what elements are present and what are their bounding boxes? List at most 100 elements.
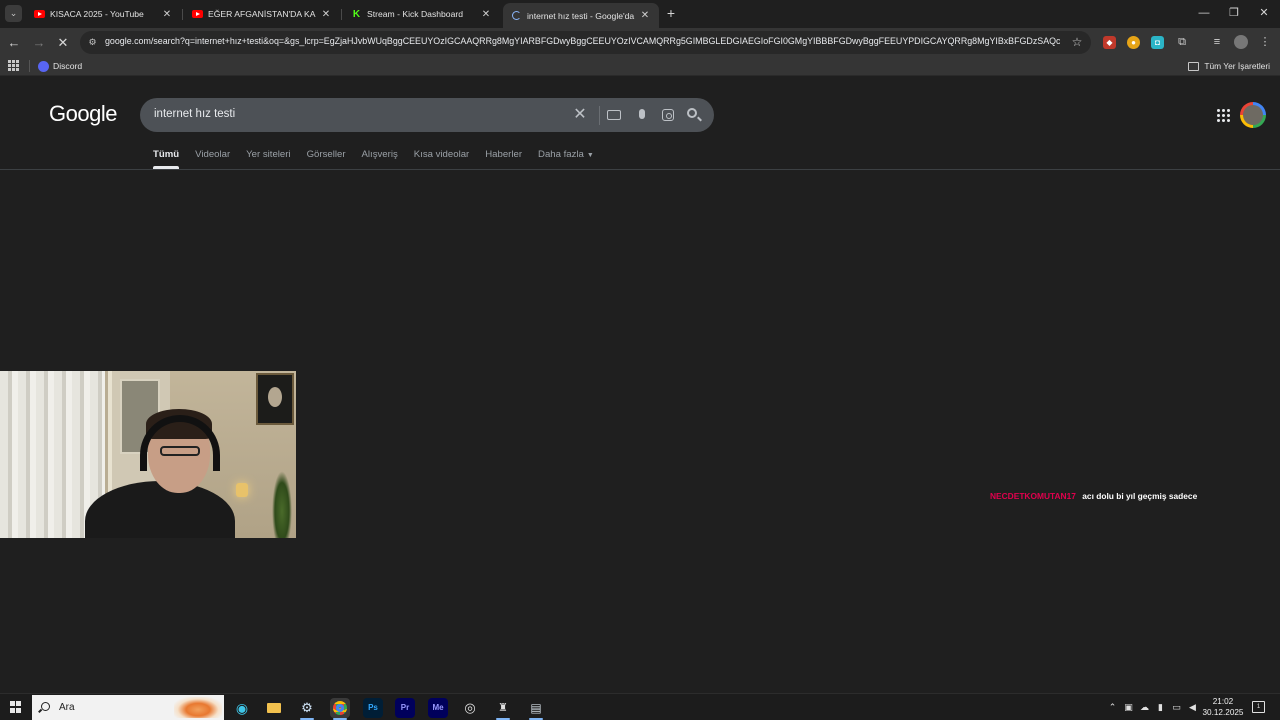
- search-highlight-art: [174, 697, 222, 718]
- restore-button[interactable]: ❐: [1219, 4, 1249, 22]
- edge-icon[interactable]: ◉: [232, 698, 252, 718]
- more-menu-icon[interactable]: ⋮: [1258, 35, 1272, 49]
- close-tab-icon[interactable]: ✕: [161, 9, 173, 20]
- tab-kick-dashboard[interactable]: K Stream - Kick Dashboard ✕: [343, 3, 500, 25]
- file-explorer-icon[interactable]: [264, 698, 284, 718]
- tab-google-search[interactable]: internet hız testi - Google'da Ar ✕: [503, 3, 659, 28]
- clear-search-icon[interactable]: ✕: [572, 107, 588, 123]
- window-app-icon[interactable]: ▤: [526, 698, 546, 718]
- kick-icon: K: [352, 8, 361, 20]
- tab-more-label: Daha fazla: [538, 149, 584, 160]
- search-box[interactable]: internet hız testi ✕: [140, 98, 714, 132]
- steam-icon[interactable]: ⚙: [297, 698, 317, 718]
- close-tab-icon[interactable]: ✕: [639, 10, 651, 21]
- network-icon[interactable]: ▭: [1171, 702, 1182, 713]
- apps-grid-icon[interactable]: [8, 60, 19, 71]
- search-icon[interactable]: [686, 107, 702, 123]
- close-window-button[interactable]: ✕: [1249, 4, 1279, 22]
- tab-videos[interactable]: Videolar: [195, 149, 230, 169]
- media-encoder-icon[interactable]: Me: [428, 698, 448, 718]
- taskbar-search[interactable]: Ara: [32, 695, 224, 720]
- profile-avatar[interactable]: [1234, 35, 1248, 49]
- microphone-tray-icon[interactable]: ▮: [1155, 702, 1166, 713]
- google-logo[interactable]: Google: [49, 101, 117, 127]
- minimize-button[interactable]: —: [1189, 4, 1219, 22]
- all-bookmarks-label: Tüm Yer İşaretleri: [1204, 61, 1270, 71]
- tab-news[interactable]: Haberler: [485, 149, 522, 169]
- all-bookmarks-button[interactable]: Tüm Yer İşaretleri: [1188, 59, 1270, 73]
- microphone-icon[interactable]: [634, 107, 650, 123]
- tray-app-icon[interactable]: ▣: [1123, 702, 1134, 713]
- bookmark-discord[interactable]: Discord: [38, 59, 82, 73]
- tab-images[interactable]: Görseller: [307, 149, 346, 169]
- browser-toolbar: ← → ✕ ⚙ google.com/search?q=internet+hız…: [0, 28, 1280, 57]
- tray-chevron-up-icon[interactable]: ⌃: [1107, 702, 1118, 713]
- cloud-icon[interactable]: ☁: [1139, 702, 1150, 713]
- search-divider: [599, 106, 600, 125]
- tab-youtube-kisaca[interactable]: KISACA 2025 - YouTube ✕: [26, 3, 181, 25]
- chat-username: NECDETKOMUTAN17: [990, 491, 1076, 501]
- header-divider: [0, 169, 1280, 170]
- close-tab-icon[interactable]: ✕: [320, 9, 332, 20]
- site-info-icon[interactable]: ⚙: [86, 36, 99, 49]
- media-control-icon[interactable]: ≡: [1210, 35, 1224, 49]
- extension-fox-icon[interactable]: ◆: [1103, 36, 1116, 49]
- folder-icon: [1188, 61, 1200, 71]
- account-avatar[interactable]: [1240, 102, 1266, 128]
- tab-title: EĞER AFGANİSTAN'DA KADIN O: [208, 9, 316, 19]
- taskbar-search-placeholder: Ara: [59, 702, 75, 713]
- tab-separator: [341, 9, 342, 20]
- tab-more[interactable]: Daha fazla ▼: [538, 149, 594, 169]
- loading-spinner-icon: [511, 10, 522, 21]
- new-tab-button[interactable]: +: [664, 5, 678, 22]
- extension-translate-icon[interactable]: ◘: [1151, 36, 1164, 49]
- url-text[interactable]: google.com/search?q=internet+hız+testi&o…: [105, 36, 1060, 50]
- stop-loading-button[interactable]: ✕: [54, 34, 72, 52]
- windows-taskbar: Ara ◉ ⚙ Ps Pr Me ◎ ♜ ▤ ⌃ ▣ ☁ ▮ ▭ ◀ 21:02…: [0, 693, 1280, 720]
- chat-text: acı dolu bi yıl geçmiş sadece: [1082, 491, 1198, 501]
- google-lens-icon[interactable]: [660, 107, 676, 123]
- caret-down-icon: ▼: [586, 152, 594, 159]
- wall-portrait: [256, 373, 294, 425]
- webcam-overlay: [0, 371, 296, 538]
- close-tab-icon[interactable]: ✕: [480, 9, 492, 20]
- browser-tab-strip: ⌄ KISACA 2025 - YouTube ✕ EĞER AFGANİSTA…: [0, 0, 1280, 28]
- bookmark-separator: [29, 60, 30, 72]
- extensions-puzzle-icon[interactable]: ⧉: [1175, 35, 1189, 49]
- tab-shopping[interactable]: Alışveriş: [362, 149, 398, 169]
- tab-title: KISACA 2025 - YouTube: [50, 9, 144, 19]
- taskbar-clock[interactable]: 21:02 30.12.2025: [1199, 697, 1247, 718]
- lamp: [236, 483, 248, 497]
- chrome-icon[interactable]: [330, 698, 350, 718]
- keyboard-icon[interactable]: [607, 107, 623, 123]
- tab-all[interactable]: Tümü: [153, 149, 180, 169]
- tab-short-videos[interactable]: Kısa videolar: [414, 149, 469, 169]
- youtube-icon: [192, 9, 203, 20]
- obs-icon[interactable]: ◎: [460, 698, 480, 718]
- tab-title: internet hız testi - Google'da Ar: [527, 10, 635, 21]
- chat-message: NECDETKOMUTAN17 acı dolu bi yıl geçmiş s…: [990, 491, 1197, 503]
- clock-date: 30.12.2025: [1202, 707, 1244, 717]
- tab-search-chevron-icon[interactable]: ⌄: [5, 5, 22, 22]
- bookmarks-bar: Discord Tüm Yer İşaretleri: [0, 57, 1280, 76]
- app-icon[interactable]: ♜: [493, 698, 513, 718]
- premiere-icon[interactable]: Pr: [395, 698, 415, 718]
- search-input[interactable]: internet hız testi: [154, 108, 574, 120]
- tab-youtube-afganistan[interactable]: EĞER AFGANİSTAN'DA KADIN O ✕: [184, 3, 340, 25]
- plant: [272, 471, 292, 538]
- clock-time: 21:02: [1212, 697, 1234, 706]
- youtube-icon: [34, 9, 45, 20]
- address-bar[interactable]: ⚙ google.com/search?q=internet+hız+testi…: [80, 31, 1091, 54]
- forward-button[interactable]: →: [30, 34, 48, 52]
- photoshop-icon[interactable]: Ps: [363, 698, 383, 718]
- windows-start-icon[interactable]: [10, 701, 22, 713]
- bookmark-star-icon[interactable]: ☆: [1070, 35, 1084, 49]
- extension-coin-icon[interactable]: ●: [1127, 36, 1140, 49]
- google-apps-icon[interactable]: [1217, 109, 1230, 122]
- tab-title: Stream - Kick Dashboard: [367, 9, 463, 19]
- volume-icon[interactable]: ◀: [1187, 702, 1198, 713]
- notification-center-icon[interactable]: 1: [1252, 701, 1265, 713]
- back-button[interactable]: ←: [5, 34, 23, 52]
- tab-places[interactable]: Yer siteleri: [246, 149, 290, 169]
- search-filter-tabs: Tümü Videolar Yer siteleri Görseller Alı…: [153, 149, 610, 169]
